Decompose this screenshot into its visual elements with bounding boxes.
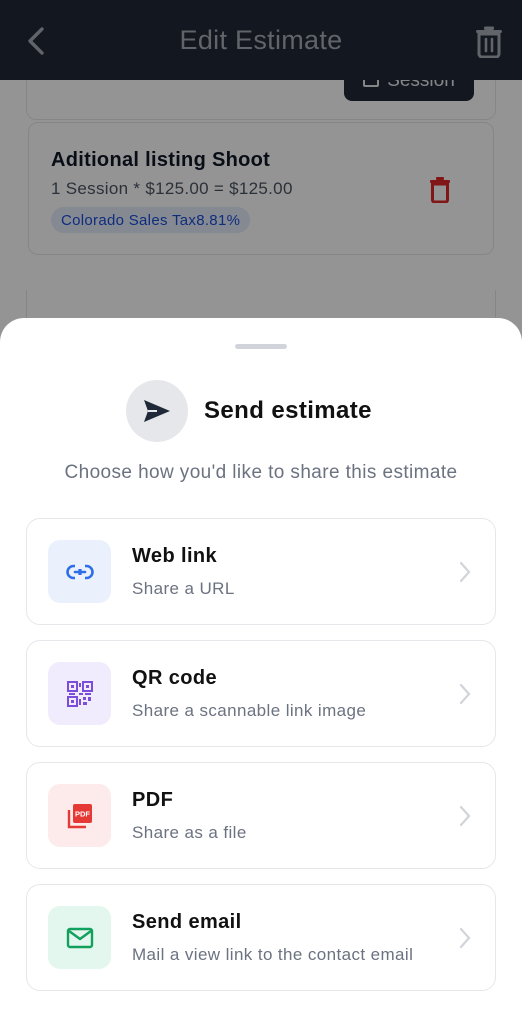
option-description: Share a URL	[132, 579, 235, 598]
option-description: Share a scannable link image	[132, 701, 367, 720]
chevron-right-icon	[459, 805, 471, 827]
send-icon-badge	[126, 380, 188, 442]
chevron-right-icon	[459, 927, 471, 949]
sheet-drag-handle[interactable]	[235, 344, 287, 349]
option-qr-code[interactable]: QR code Share a scannable link image	[26, 640, 496, 747]
web-link-icon-tile	[48, 540, 111, 603]
option-label: PDF	[132, 789, 174, 811]
chevron-right-icon	[459, 561, 471, 583]
option-label: QR code	[132, 667, 218, 689]
option-description: Mail a view link to the contact email	[132, 945, 414, 964]
option-pdf[interactable]: PDF PDF Share as a file	[26, 762, 496, 869]
send-icon	[144, 400, 170, 422]
sheet-header: Send estimate	[126, 380, 372, 442]
qr-code-icon-tile	[48, 662, 111, 725]
sheet-title: Send estimate	[204, 397, 372, 424]
pdf-icon-tile: PDF	[48, 784, 111, 847]
option-description: Share as a file	[132, 823, 247, 842]
pdf-icon: PDF	[67, 803, 92, 828]
mail-icon	[66, 927, 93, 948]
qr-code-icon	[66, 680, 93, 707]
chevron-right-icon	[459, 683, 471, 705]
option-send-email[interactable]: Send email Mail a view link to the conta…	[26, 884, 496, 991]
sheet-subtitle: Choose how you'd like to share this esti…	[64, 462, 458, 483]
send-estimate-sheet: Send estimate Choose how you'd like to s…	[0, 318, 522, 1024]
option-label: Send email	[132, 911, 242, 933]
option-label: Web link	[132, 545, 218, 567]
mail-icon-tile	[48, 906, 111, 969]
svg-text:PDF: PDF	[75, 809, 90, 818]
option-web-link[interactable]: Web link Share a URL	[26, 518, 496, 625]
link-icon	[65, 563, 94, 580]
